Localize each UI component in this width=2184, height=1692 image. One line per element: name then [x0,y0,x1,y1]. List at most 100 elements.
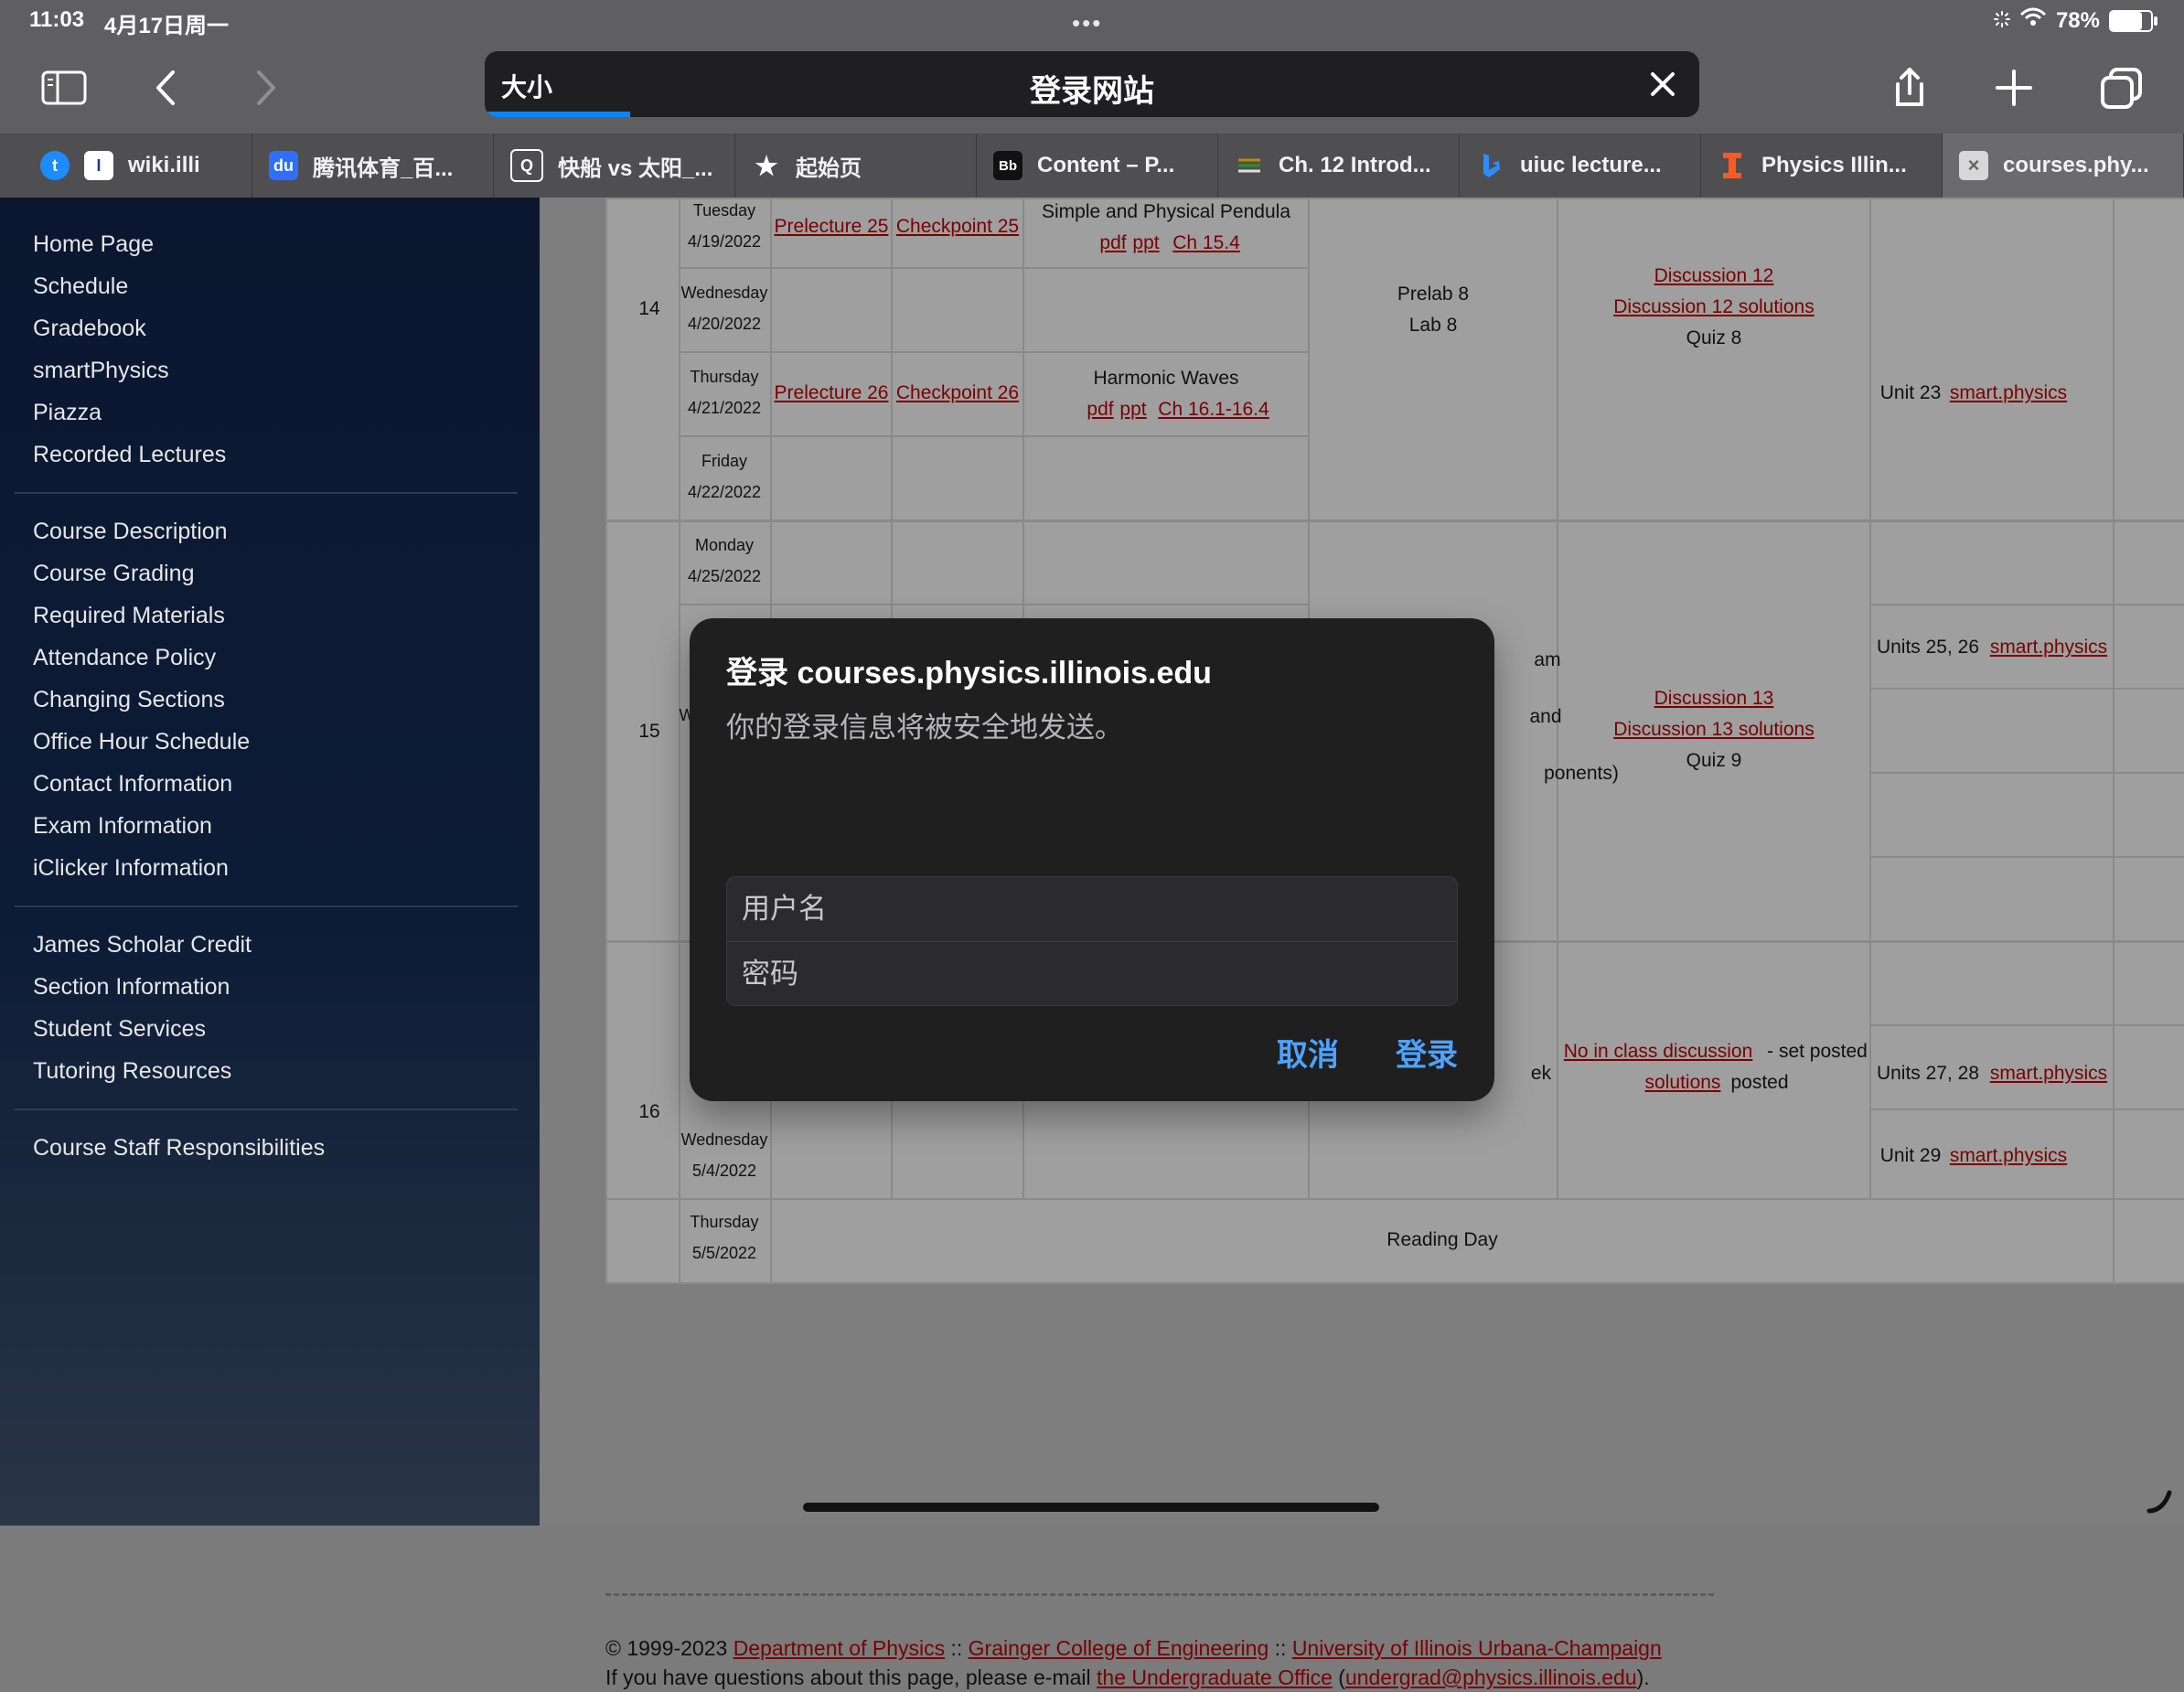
tab-physics-illinois[interactable]: Physics Illin... [1701,134,1943,198]
lecture-ppt-link[interactable]: ppt [1132,232,1160,254]
sidebar-item-piazza[interactable]: Piazza [33,391,540,434]
tab-wiki[interactable]: t I wiki.illi [24,134,252,198]
textbook-chapter-link[interactable]: Ch 15.4 [1167,232,1246,254]
lecture-topic: Simple and Physical Pendula [1042,201,1290,222]
sidebar-item-contact-information[interactable]: Contact Information [33,763,540,805]
department-link[interactable]: Department of Physics [733,1636,945,1660]
smartphysics-link[interactable]: smart.physics [1944,1145,2072,1167]
status-dots: ••• [1072,9,1103,37]
sidebar-item-required-materials[interactable]: Required Materials [33,594,540,637]
lecture-pdf-link[interactable]: pdf [1099,232,1127,254]
prelecture-link[interactable]: Prelecture 26 [772,382,891,404]
tab-start-page[interactable]: ★ 起始页 [735,134,977,198]
smartphysics-unit: Units 25, 26 [1876,637,1980,658]
tab-ch12[interactable]: Ch. 12 Introd... [1218,134,1460,198]
lecture-pdf-link[interactable]: pdf [1087,399,1114,421]
table-row-divider [679,351,1308,353]
partial-lab-text: ponents) [1544,763,1619,784]
table-row-divider [1869,772,2184,774]
tab-tencent-sports[interactable]: du 腾讯体育_百... [252,134,494,198]
lab-name: Lab 8 [1408,315,1458,336]
close-tab-icon[interactable]: × [1959,151,1988,180]
textbook-chapter-link[interactable]: Ch 16.1-16.4 [1154,399,1273,421]
share-icon[interactable] [1884,62,1935,113]
no-discussion-link[interactable]: No in class discussion [1558,1041,1758,1063]
email-link[interactable]: undergrad@physics.illinois.edu [1345,1665,1637,1689]
discussion-solutions-link[interactable]: Discussion 13 solutions [1558,719,1869,741]
sidebar-item-tutoring-resources[interactable]: Tutoring Resources [33,1050,540,1092]
checkpoint-link[interactable]: Checkpoint 26 [893,382,1022,404]
smartphysics-link[interactable]: smart.physics [1986,1063,2111,1085]
date-value: 4/21/2022 [687,399,762,417]
university-link[interactable]: University of Illinois Urbana-Champaign [1292,1636,1662,1660]
partial-lab-text: and [1529,706,1562,727]
reading-day: Reading Day [1386,1229,1498,1250]
resize-handle-icon[interactable] [2146,1487,2173,1515]
sidebar-item-course-grading[interactable]: Course Grading [33,552,540,594]
sidebar-item-attendance-policy[interactable]: Attendance Policy [33,637,540,679]
course-sidebar: Home Page Schedule Gradebook smartPhysic… [0,198,540,1526]
dialog-buttons: 取消 登录 [1277,1030,1458,1075]
solutions-link[interactable]: solutions [1639,1072,1727,1094]
sidebar-item-iclicker-information[interactable]: iClicker Information [33,847,540,889]
tab-content[interactable]: Bb Content – P... [977,134,1218,198]
address-bar[interactable]: 大小 登录网站 [485,51,1699,117]
date-value: 4/25/2022 [687,567,762,585]
sidebar-item-home-page[interactable]: Home Page [33,223,540,265]
tabs-row: t I wiki.illi du 腾讯体育_百... Q 快船 vs 太阳_..… [0,134,2184,198]
tabs-overview-icon[interactable] [2096,62,2147,113]
footer-divider [605,1593,1714,1596]
discussion-note: - set posted [1767,1041,1868,1062]
discussion-link[interactable]: Discussion 13 [1558,688,1869,710]
sidebar-item-exam-information[interactable]: Exam Information [33,805,540,847]
password-input[interactable] [727,942,1457,1005]
sidebar-item-gradebook[interactable]: Gradebook [33,307,540,349]
sidebar-item-recorded-lectures[interactable]: Recorded Lectures [33,434,540,476]
q-icon: Q [510,149,543,182]
info-icon: t [40,151,70,180]
sidebar-item-schedule[interactable]: Schedule [33,265,540,307]
smartphysics-link[interactable]: smart.physics [1944,382,2072,404]
sidebar-item-changing-sections[interactable]: Changing Sections [33,679,540,721]
college-link[interactable]: Grainger College of Engineering [969,1636,1269,1660]
tab-courses-physics[interactable]: × courses.phy... [1943,134,2184,198]
sidebar-group-student-resources: James Scholar Credit Section Information… [0,924,540,1092]
undergraduate-office-link[interactable]: the Undergraduate Office [1097,1665,1333,1689]
forward-icon[interactable] [240,62,291,113]
credentials-input-group [726,876,1458,1006]
sidebar-item-section-information[interactable]: Section Information [33,966,540,1008]
dialog-title: 登录 courses.physics.illinois.edu [726,656,1212,691]
footer-separator: :: [950,1636,963,1660]
day-name: Friday [701,452,747,470]
tab-label: wiki.illi [128,153,200,177]
tab-label: 快船 vs 太阳_... [558,155,713,181]
prelecture-link[interactable]: Prelecture 25 [772,216,891,238]
close-icon[interactable] [1646,68,1679,101]
smartphysics-link[interactable]: smart.physics [1986,637,2111,659]
back-icon[interactable] [141,62,192,113]
smartphysics-unit: Unit 29 [1879,1145,1942,1166]
lecture-ppt-link[interactable]: ppt [1119,399,1147,421]
discussion-solutions-link[interactable]: Discussion 12 solutions [1558,296,1869,318]
battery-percentage: 78% [2055,7,2100,33]
battery-fill [2111,11,2143,30]
discussion-link[interactable]: Discussion 12 [1558,265,1869,287]
sidebar-item-office-hour-schedule[interactable]: Office Hour Schedule [33,721,540,763]
cancel-button[interactable]: 取消 [1277,1030,1339,1075]
sidebar-item-james-scholar-credit[interactable]: James Scholar Credit [33,924,540,966]
username-input[interactable] [727,877,1457,941]
sidebar-toggle-icon[interactable] [38,62,90,113]
sidebar-item-smartphysics[interactable]: smartPhysics [33,349,540,391]
home-indicator [803,1503,1379,1512]
login-button[interactable]: 登录 [1396,1030,1458,1075]
sidebar-item-course-description[interactable]: Course Description [33,510,540,552]
sidebar-divider [15,905,518,907]
tab-uiuc-lecture[interactable]: uiuc lecture... [1460,134,1701,198]
tab-clippers-suns[interactable]: Q 快船 vs 太阳_... [494,134,735,198]
sidebar-group-course-info: Course Description Course Grading Requir… [0,510,540,889]
sidebar-item-course-staff-responsibilities[interactable]: Course Staff Responsibilities [33,1127,540,1169]
sidebar-item-student-services[interactable]: Student Services [33,1008,540,1050]
new-tab-icon[interactable] [1988,62,2039,113]
tab-label: 腾讯体育_百... [313,155,454,181]
checkpoint-link[interactable]: Checkpoint 25 [893,216,1022,238]
